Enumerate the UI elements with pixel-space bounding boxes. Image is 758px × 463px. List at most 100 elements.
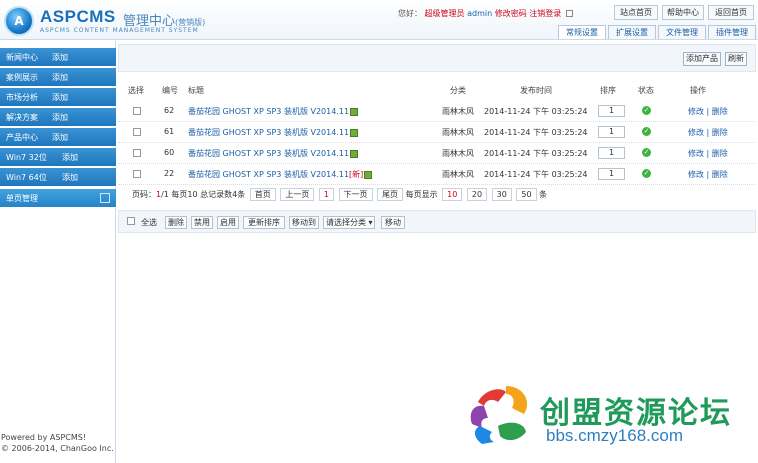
row-title-link[interactable]: 番茄花园 GHOST XP SP3 装机版 V2014.11 — [188, 127, 359, 138]
image-icon — [350, 149, 359, 158]
watermark-url: bbs.cmzy168.com — [546, 426, 683, 445]
tab-file-management[interactable]: 文件管理 — [658, 25, 706, 39]
tab-extended-settings[interactable]: 扩展设置 — [608, 25, 656, 39]
sidebar-add-link[interactable]: 添加 — [52, 48, 68, 67]
move-button[interactable]: 移动 — [381, 216, 405, 229]
next-page-button[interactable]: 下一页 — [338, 188, 373, 201]
delete-button[interactable]: 删除 — [165, 216, 187, 229]
row-checkbox[interactable] — [133, 170, 141, 178]
row-title: 番茄花园 GHOST XP SP3 装机版 V2014.11 — [188, 149, 350, 158]
sidebar-item-label: 案例展示 — [6, 73, 38, 82]
col-title: 标题 — [188, 86, 204, 95]
col-select: 选择 — [128, 86, 144, 95]
help-center-button[interactable]: 帮助中心 — [662, 5, 704, 20]
image-icon — [350, 128, 359, 137]
sidebar-item-win7-64[interactable]: Win7 64位 添加 — [0, 168, 116, 187]
row-title-link[interactable]: 番茄花园 GHOST XP SP3 装机版 V2014.11[新] — [188, 169, 373, 180]
last-page-button[interactable]: 尾页 — [377, 188, 404, 201]
page-size-option[interactable]: 20 — [466, 188, 488, 201]
row-date: 2014-11-24 下午 03:25:24 — [484, 128, 588, 137]
sidebar-add-link[interactable]: 添加 — [62, 168, 78, 187]
sidebar-item-products[interactable]: 产品中心 添加 — [0, 128, 116, 147]
sidebar-add-link[interactable]: 添加 — [52, 68, 68, 87]
order-input[interactable]: 1 — [598, 147, 625, 159]
sidebar-item-label: 单页管理 — [6, 194, 38, 203]
sidebar: 新闻中心 添加 案例展示 添加 市场分析 添加 解决方案 添加 产品中心 添加 … — [0, 41, 116, 463]
sidebar-item-win7-32[interactable]: Win7 32位 添加 — [0, 148, 116, 167]
order-input[interactable]: 1 — [598, 126, 625, 138]
row-title-link[interactable]: 番茄花园 GHOST XP SP3 装机版 V2014.11 — [188, 148, 359, 159]
sidebar-add-link[interactable]: 添加 — [52, 88, 68, 107]
sidebar-add-link[interactable]: 添加 — [52, 108, 68, 127]
row-title-link[interactable]: 番茄花园 GHOST XP SP3 装机版 V2014.11 — [188, 106, 359, 117]
page-number[interactable]: 1 — [318, 188, 334, 201]
sidebar-add-link[interactable]: 添加 — [62, 148, 78, 167]
sidebar-item-label: 解决方案 — [6, 113, 38, 122]
table-row: 22 番茄花园 GHOST XP SP3 装机版 V2014.11[新] 雨林木… — [118, 164, 756, 185]
page-size-option[interactable]: 10 — [442, 188, 463, 201]
site-home-button[interactable]: 站点首页 — [614, 5, 658, 20]
row-checkbox[interactable] — [133, 149, 141, 157]
tab-general-settings[interactable]: 常规设置 — [558, 25, 606, 39]
status-ok-icon[interactable]: ✓ — [642, 169, 651, 178]
status-ok-icon[interactable]: ✓ — [642, 127, 651, 136]
update-order-button[interactable]: 更新排序 — [243, 216, 285, 229]
row-actions[interactable]: 修改 | 删除 — [688, 148, 728, 159]
category-select[interactable]: 请选择分类 ▾ — [323, 216, 375, 229]
copyright: © 2006-2014, ChanGoo Inc. — [1, 444, 114, 453]
sidebar-item-label: 市场分析 — [6, 93, 38, 102]
change-password-link[interactable]: 修改密码 — [495, 9, 527, 18]
order-input[interactable]: 1 — [598, 105, 625, 117]
first-page-button[interactable]: 首页 — [249, 188, 276, 201]
col-action: 操作 — [690, 86, 706, 95]
logout-link[interactable]: 注销登录 — [529, 9, 561, 18]
image-icon — [364, 170, 373, 179]
page-size-option[interactable]: 30 — [491, 188, 512, 201]
back-home-button[interactable]: 返回首页 — [708, 5, 754, 20]
sidebar-item-single-page[interactable]: 单页管理 — [0, 189, 116, 208]
row-id: 61 — [164, 127, 175, 136]
row-category: 雨林木风 — [442, 128, 474, 137]
collapse-icon[interactable] — [100, 193, 110, 203]
enable-button[interactable]: 启用 — [217, 216, 239, 229]
user-role: 超级管理员 — [424, 9, 465, 18]
disable-button[interactable]: 禁用 — [191, 216, 213, 229]
sidebar-item-market[interactable]: 市场分析 添加 — [0, 88, 116, 107]
refresh-button[interactable]: 刷新 — [725, 52, 747, 66]
brand-cn-edition: (营销版) — [175, 18, 206, 27]
row-id: 62 — [164, 106, 175, 115]
row-checkbox[interactable] — [133, 107, 141, 115]
table-row: 62 番茄花园 GHOST XP SP3 装机版 V2014.11 雨林木风 2… — [118, 101, 756, 122]
sidebar-footer: Powered by ASPCMS! © 2006-2014, ChanGoo … — [0, 432, 116, 454]
pager-summary: /1 每页10 总记录数4条 — [161, 190, 246, 199]
per-page-label: 每页显示 — [405, 190, 438, 199]
move-to-button[interactable]: 移动到 — [289, 216, 319, 229]
category-select-value: 请选择分类 — [326, 218, 366, 227]
checkbox-icon[interactable] — [565, 10, 573, 17]
sidebar-item-cases[interactable]: 案例展示 添加 — [0, 68, 116, 87]
row-actions[interactable]: 修改 | 删除 — [688, 169, 728, 180]
tab-plugin-management[interactable]: 插件管理 — [708, 25, 756, 39]
page-size-option[interactable]: 50 — [516, 188, 537, 201]
row-actions[interactable]: 修改 | 删除 — [688, 106, 728, 117]
row-id: 60 — [164, 148, 175, 157]
sidebar-item-news[interactable]: 新闻中心 添加 — [0, 48, 116, 67]
brand-name: ASPCMS — [40, 7, 116, 26]
row-actions[interactable]: 修改 | 删除 — [688, 127, 728, 138]
row-checkbox[interactable] — [133, 128, 141, 136]
col-id: 编号 — [162, 86, 178, 95]
order-input[interactable]: 1 — [598, 168, 625, 180]
table-row: 60 番茄花园 GHOST XP SP3 装机版 V2014.11 雨林木风 2… — [118, 143, 756, 164]
status-ok-icon[interactable]: ✓ — [642, 148, 651, 157]
sidebar-item-solutions[interactable]: 解决方案 添加 — [0, 108, 116, 127]
bulk-actions-bar: 全选 删除 禁用 启用 更新排序 移动到 请选择分类 ▾ 移动 — [118, 210, 756, 233]
prev-page-button[interactable]: 上一页 — [280, 188, 315, 201]
forum-logo-icon — [470, 386, 528, 444]
sidebar-add-link[interactable]: 添加 — [52, 128, 68, 147]
status-ok-icon[interactable]: ✓ — [642, 106, 651, 115]
select-all-label: 全选 — [141, 218, 157, 227]
sidebar-item-label: 新闻中心 — [6, 53, 38, 62]
select-all-checkbox[interactable] — [127, 217, 135, 225]
chevron-down-icon: ▾ — [366, 218, 373, 227]
add-product-button[interactable]: 添加产品 — [683, 52, 721, 66]
